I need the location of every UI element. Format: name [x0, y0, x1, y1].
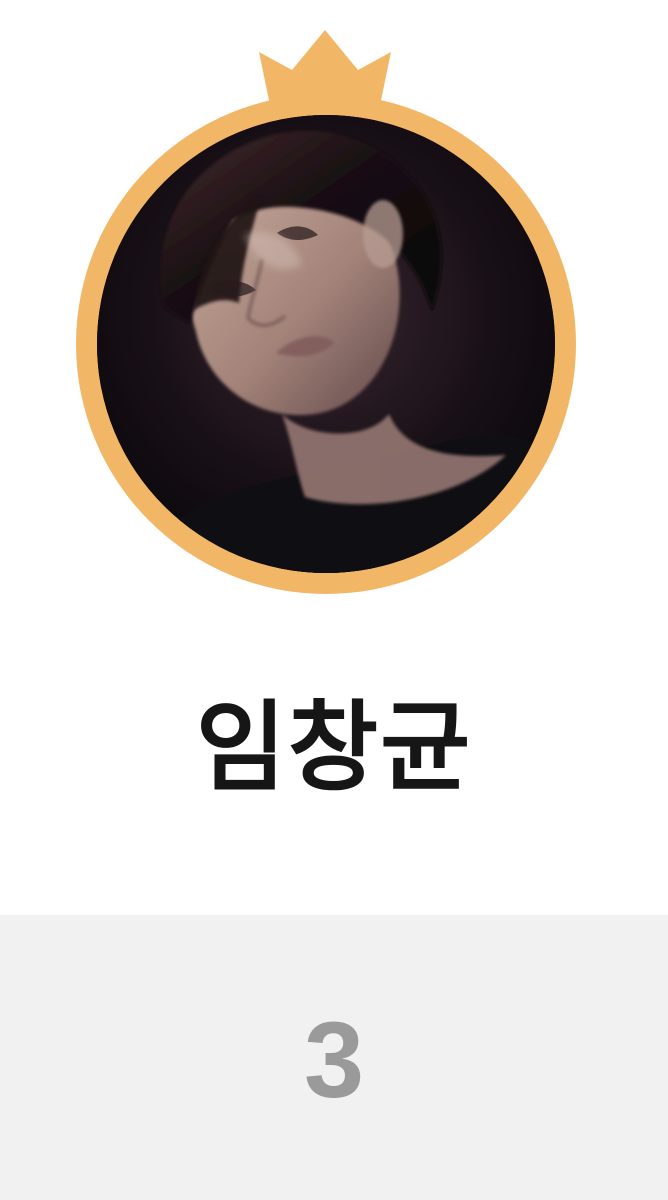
- rank-number: 3: [303, 999, 365, 1120]
- avatar-frame-graphic: [76, 30, 576, 594]
- profile-avatar-frame[interactable]: [0, 0, 668, 620]
- ranking-card: 임창균 3: [0, 0, 668, 1200]
- artist-name: 임창균: [195, 691, 473, 805]
- profile-section: 임창균: [0, 0, 668, 915]
